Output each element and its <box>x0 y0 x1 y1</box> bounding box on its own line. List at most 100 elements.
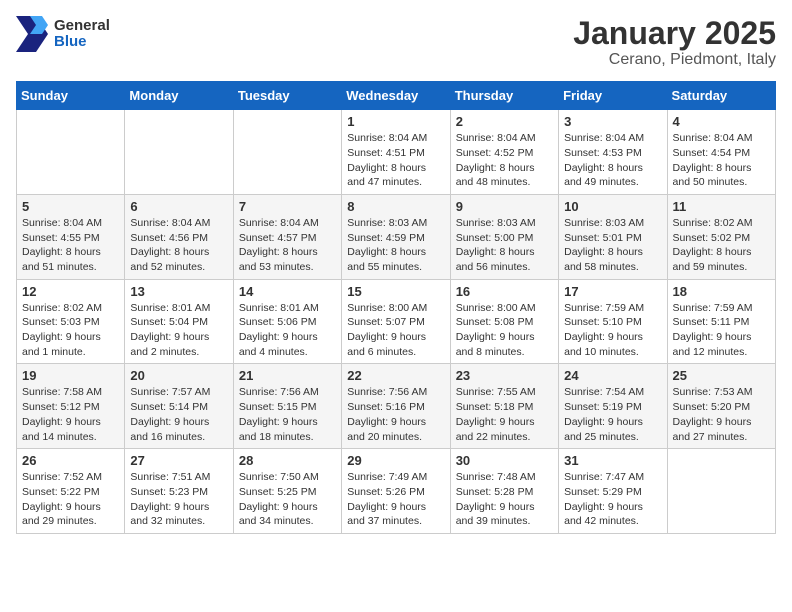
day-content: Sunrise: 8:02 AM Sunset: 5:02 PM Dayligh… <box>673 216 770 275</box>
calendar-cell: 25 Sunrise: 7:53 AM Sunset: 5:20 PM Dayli… <box>667 364 775 449</box>
day-content: Sunrise: 8:03 AM Sunset: 5:00 PM Dayligh… <box>456 216 553 275</box>
calendar-cell: 3 Sunrise: 8:04 AM Sunset: 4:53 PM Daylig… <box>559 110 667 195</box>
day-content: Sunrise: 7:48 AM Sunset: 5:28 PM Dayligh… <box>456 470 553 529</box>
day-content: Sunrise: 8:04 AM Sunset: 4:56 PM Dayligh… <box>130 216 227 275</box>
day-number: 26 <box>22 453 119 468</box>
day-content: Sunrise: 8:04 AM Sunset: 4:52 PM Dayligh… <box>456 131 553 190</box>
day-number: 23 <box>456 368 553 383</box>
day-content: Sunrise: 7:56 AM Sunset: 5:15 PM Dayligh… <box>239 385 336 444</box>
calendar-cell: 11 Sunrise: 8:02 AM Sunset: 5:02 PM Dayli… <box>667 194 775 279</box>
calendar-cell: 22 Sunrise: 7:56 AM Sunset: 5:16 PM Dayli… <box>342 364 450 449</box>
day-number: 2 <box>456 114 553 129</box>
day-content: Sunrise: 8:04 AM Sunset: 4:51 PM Dayligh… <box>347 131 444 190</box>
calendar-cell: 2 Sunrise: 8:04 AM Sunset: 4:52 PM Daylig… <box>450 110 558 195</box>
calendar-cell: 8Sunrise: 8:03 AM Sunset: 4:59 PM Daylig… <box>342 194 450 279</box>
day-number: 7 <box>239 199 336 214</box>
calendar-cell: 21 Sunrise: 7:56 AM Sunset: 5:15 PM Dayli… <box>233 364 341 449</box>
calendar-cell: 9 Sunrise: 8:03 AM Sunset: 5:00 PM Daylig… <box>450 194 558 279</box>
calendar-cell: 5Sunrise: 8:04 AM Sunset: 4:55 PM Daylig… <box>17 194 125 279</box>
logo: General Blue <box>16 16 110 52</box>
day-number: 28 <box>239 453 336 468</box>
calendar-cell: 28 Sunrise: 7:50 AM Sunset: 5:25 PM Dayli… <box>233 449 341 534</box>
day-number: 9 <box>456 199 553 214</box>
day-content: Sunrise: 7:49 AM Sunset: 5:26 PM Dayligh… <box>347 470 444 529</box>
weekday-header-wednesday: Wednesday <box>342 82 450 110</box>
day-content: Sunrise: 8:01 AM Sunset: 5:06 PM Dayligh… <box>239 301 336 360</box>
calendar-cell: 4 Sunrise: 8:04 AM Sunset: 4:54 PM Daylig… <box>667 110 775 195</box>
calendar-cell: 27Sunrise: 7:51 AM Sunset: 5:23 PM Dayli… <box>125 449 233 534</box>
calendar-cell: 15 Sunrise: 8:00 AM Sunset: 5:07 PM Dayli… <box>342 279 450 364</box>
day-number: 22 <box>347 368 444 383</box>
day-number: 15 <box>347 284 444 299</box>
title-block: January 2025 Cerano, Piedmont, Italy <box>573 16 776 69</box>
logo-blue: Blue <box>54 34 110 51</box>
day-number: 13 <box>130 284 227 299</box>
day-number: 10 <box>564 199 661 214</box>
day-content: Sunrise: 8:04 AM Sunset: 4:54 PM Dayligh… <box>673 131 770 190</box>
calendar-week-row: 12 Sunrise: 8:02 AM Sunset: 5:03 PM Dayli… <box>17 279 776 364</box>
calendar-cell: 23 Sunrise: 7:55 AM Sunset: 5:18 PM Dayli… <box>450 364 558 449</box>
day-content: Sunrise: 7:53 AM Sunset: 5:20 PM Dayligh… <box>673 385 770 444</box>
day-content: Sunrise: 8:01 AM Sunset: 5:04 PM Dayligh… <box>130 301 227 360</box>
day-number: 3 <box>564 114 661 129</box>
day-content: Sunrise: 8:02 AM Sunset: 5:03 PM Dayligh… <box>22 301 119 360</box>
calendar-cell: 10 Sunrise: 8:03 AM Sunset: 5:01 PM Dayli… <box>559 194 667 279</box>
calendar-title: January 2025 <box>573 16 776 51</box>
day-content: Sunrise: 7:47 AM Sunset: 5:29 PM Dayligh… <box>564 470 661 529</box>
calendar-cell: 20 Sunrise: 7:57 AM Sunset: 5:14 PM Dayli… <box>125 364 233 449</box>
day-number: 4 <box>673 114 770 129</box>
day-number: 5 <box>22 199 119 214</box>
day-number: 11 <box>673 199 770 214</box>
day-number: 12 <box>22 284 119 299</box>
logo-container: General Blue <box>16 16 110 52</box>
day-number: 6 <box>130 199 227 214</box>
calendar-cell: 19 Sunrise: 7:58 AM Sunset: 5:12 PM Dayli… <box>17 364 125 449</box>
weekday-header-thursday: Thursday <box>450 82 558 110</box>
logo-text: General Blue <box>54 18 110 51</box>
day-content: Sunrise: 7:57 AM Sunset: 5:14 PM Dayligh… <box>130 385 227 444</box>
day-number: 24 <box>564 368 661 383</box>
day-number: 19 <box>22 368 119 383</box>
day-number: 1 <box>347 114 444 129</box>
day-number: 16 <box>456 284 553 299</box>
calendar-cell: 26 Sunrise: 7:52 AM Sunset: 5:22 PM Dayli… <box>17 449 125 534</box>
calendar-cell <box>233 110 341 195</box>
calendar-cell: 30 Sunrise: 7:48 AM Sunset: 5:28 PM Dayli… <box>450 449 558 534</box>
day-number: 14 <box>239 284 336 299</box>
day-content: Sunrise: 8:00 AM Sunset: 5:08 PM Dayligh… <box>456 301 553 360</box>
calendar-week-row: 1 Sunrise: 8:04 AM Sunset: 4:51 PM Daylig… <box>17 110 776 195</box>
day-content: Sunrise: 7:52 AM Sunset: 5:22 PM Dayligh… <box>22 470 119 529</box>
day-content: Sunrise: 8:04 AM Sunset: 4:53 PM Dayligh… <box>564 131 661 190</box>
day-number: 21 <box>239 368 336 383</box>
day-content: Sunrise: 8:03 AM Sunset: 5:01 PM Dayligh… <box>564 216 661 275</box>
day-content: Sunrise: 7:55 AM Sunset: 5:18 PM Dayligh… <box>456 385 553 444</box>
calendar-cell: 17Sunrise: 7:59 AM Sunset: 5:10 PM Dayli… <box>559 279 667 364</box>
day-content: Sunrise: 7:59 AM Sunset: 5:11 PM Dayligh… <box>673 301 770 360</box>
calendar-cell: 18 Sunrise: 7:59 AM Sunset: 5:11 PM Dayli… <box>667 279 775 364</box>
calendar-header-row: SundayMondayTuesdayWednesdayThursdayFrid… <box>17 82 776 110</box>
calendar-cell <box>125 110 233 195</box>
weekday-header-monday: Monday <box>125 82 233 110</box>
calendar-cell: 7Sunrise: 8:04 AM Sunset: 4:57 PM Daylig… <box>233 194 341 279</box>
day-content: Sunrise: 7:50 AM Sunset: 5:25 PM Dayligh… <box>239 470 336 529</box>
day-number: 30 <box>456 453 553 468</box>
calendar-cell: 16 Sunrise: 8:00 AM Sunset: 5:08 PM Dayli… <box>450 279 558 364</box>
calendar-cell: 13 Sunrise: 8:01 AM Sunset: 5:04 PM Dayli… <box>125 279 233 364</box>
day-content: Sunrise: 7:54 AM Sunset: 5:19 PM Dayligh… <box>564 385 661 444</box>
weekday-header-sunday: Sunday <box>17 82 125 110</box>
calendar-cell: 24 Sunrise: 7:54 AM Sunset: 5:19 PM Dayli… <box>559 364 667 449</box>
day-content: Sunrise: 8:00 AM Sunset: 5:07 PM Dayligh… <box>347 301 444 360</box>
logo-icon <box>16 16 48 52</box>
weekday-header-saturday: Saturday <box>667 82 775 110</box>
day-content: Sunrise: 7:56 AM Sunset: 5:16 PM Dayligh… <box>347 385 444 444</box>
day-content: Sunrise: 8:03 AM Sunset: 4:59 PM Dayligh… <box>347 216 444 275</box>
day-number: 20 <box>130 368 227 383</box>
day-number: 18 <box>673 284 770 299</box>
day-content: Sunrise: 7:58 AM Sunset: 5:12 PM Dayligh… <box>22 385 119 444</box>
day-number: 25 <box>673 368 770 383</box>
day-number: 31 <box>564 453 661 468</box>
calendar-week-row: 5Sunrise: 8:04 AM Sunset: 4:55 PM Daylig… <box>17 194 776 279</box>
page-header: General Blue January 2025 Cerano, Piedmo… <box>16 16 776 69</box>
calendar-cell <box>667 449 775 534</box>
calendar-cell: 14 Sunrise: 8:01 AM Sunset: 5:06 PM Dayli… <box>233 279 341 364</box>
